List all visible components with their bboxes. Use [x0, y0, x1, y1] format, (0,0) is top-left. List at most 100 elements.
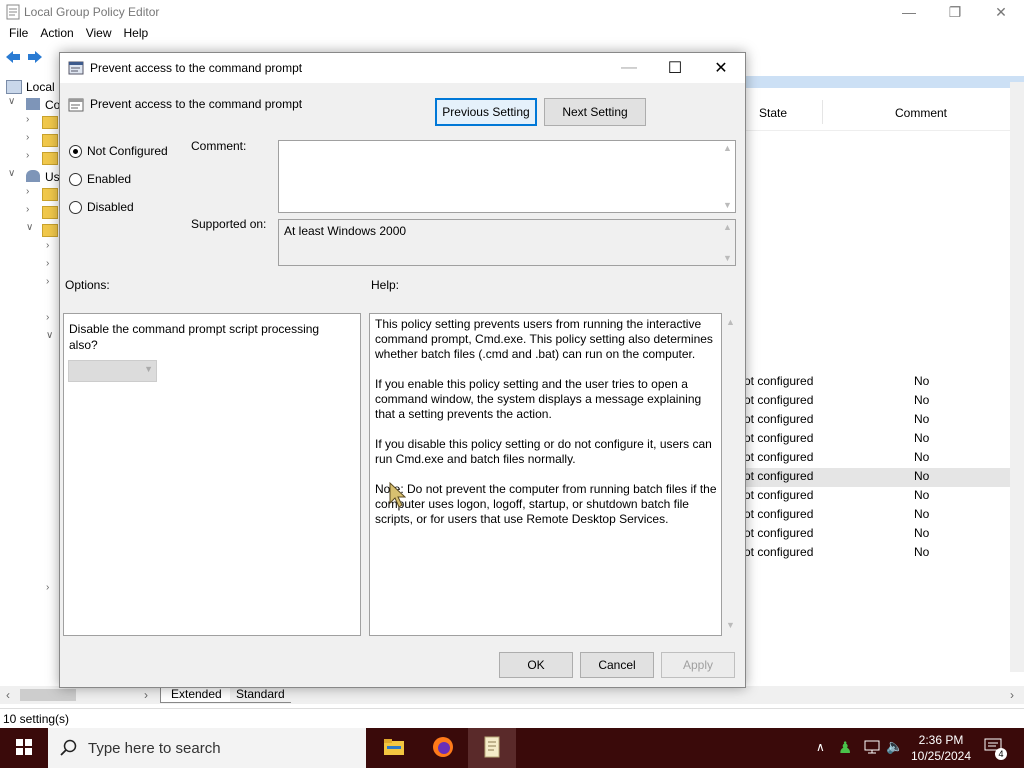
tree-item[interactable]: ∨ [0, 222, 60, 240]
row-state[interactable]: ot configured [744, 507, 813, 521]
file-explorer-button[interactable] [370, 728, 418, 768]
scroll-thumb[interactable] [20, 689, 76, 701]
vertical-scrollbar[interactable] [1010, 82, 1024, 672]
row-state[interactable]: ot configured [744, 374, 813, 388]
menu-file[interactable]: File [3, 24, 34, 42]
menu-action[interactable]: Action [34, 24, 79, 42]
tree-item[interactable]: › [0, 582, 60, 600]
row-state[interactable]: ot configured [744, 412, 813, 426]
radio-disabled[interactable]: Disabled [69, 200, 134, 214]
row-comment[interactable]: No [914, 431, 929, 445]
tab-standard[interactable]: Standard [230, 686, 291, 703]
horizontal-scrollbar[interactable]: ‹ › › [0, 686, 1024, 704]
row-comment[interactable]: No [914, 374, 929, 388]
gpedit-taskbar-button[interactable] [468, 728, 516, 768]
windows-icon [16, 738, 32, 758]
close-button[interactable]: ✕ [978, 0, 1024, 24]
row-comment[interactable]: No [914, 488, 929, 502]
scroll-right-icon[interactable]: › [1010, 688, 1014, 702]
row-state[interactable]: ot configured [744, 431, 813, 445]
start-button[interactable] [0, 728, 48, 768]
taskbar-search[interactable]: Type here to search [48, 728, 366, 768]
comment-scrollbar[interactable]: ▲ ▼ [719, 141, 735, 212]
radio-enabled[interactable]: Enabled [69, 172, 131, 186]
volume-icon[interactable]: 🔈 [886, 738, 903, 755]
chevron-right-icon: › [46, 312, 50, 323]
row-state[interactable]: ot configured [744, 393, 813, 407]
tree-item[interactable]: › [0, 240, 60, 258]
tree-item-user-config[interactable]: ∨ Us [0, 168, 60, 186]
clock[interactable]: 2:36 PM 10/25/2024 [908, 732, 974, 764]
menu-view[interactable]: View [80, 24, 118, 42]
tree-item[interactable]: › [0, 150, 60, 168]
dialog-close-button[interactable]: ✕ [698, 53, 744, 83]
row-comment[interactable]: No [914, 393, 929, 407]
comment-textarea[interactable]: ▲ ▼ [278, 140, 736, 213]
search-placeholder: Type here to search [88, 740, 221, 757]
row-state[interactable]: ot configured [744, 526, 813, 540]
taskbar: Type here to search ∧ ♟ 🔈 2:36 PM 10/25/… [0, 728, 1024, 768]
row-comment[interactable]: No [914, 469, 929, 483]
dialog-minimize-button[interactable]: — [606, 53, 652, 83]
row-comment[interactable]: No [914, 526, 929, 540]
menu-help[interactable]: Help [118, 24, 155, 42]
firefox-button[interactable] [419, 728, 467, 768]
mouse-cursor-icon [388, 481, 407, 512]
options-pane: Disable the command prompt script proces… [63, 313, 361, 636]
row-comment[interactable]: No [914, 412, 929, 426]
apply-button[interactable]: Apply [661, 652, 735, 678]
tree-item[interactable]: › [0, 258, 60, 276]
people-icon[interactable]: ♟ [838, 738, 852, 758]
radio-not-configured[interactable]: Not Configured [69, 144, 168, 158]
network-icon[interactable] [864, 739, 880, 758]
option-dropdown[interactable]: ▼ [68, 360, 157, 382]
tree-item[interactable]: ∨ [0, 330, 60, 348]
row-state[interactable]: ot configured [744, 469, 813, 483]
back-arrow-icon[interactable] [4, 49, 22, 68]
chevron-down-icon: ∨ [8, 168, 16, 179]
row-state[interactable]: ot configured [744, 545, 813, 559]
scroll-left-icon[interactable]: ‹ [6, 688, 10, 702]
row-state[interactable]: ot configured [744, 488, 813, 502]
scroll-right-icon[interactable]: › [144, 688, 148, 702]
option-text: Disable the command prompt script proces… [69, 322, 320, 352]
minimize-button[interactable]: — [886, 0, 932, 24]
column-comment[interactable]: Comment [895, 106, 947, 120]
row-state[interactable]: ot configured [744, 450, 813, 464]
supported-scrollbar[interactable]: ▲ ▼ [719, 220, 735, 265]
folder-icon [42, 116, 58, 129]
cancel-button[interactable]: Cancel [580, 652, 654, 678]
scroll-down-icon: ▼ [723, 253, 732, 263]
tree-item[interactable]: › [0, 276, 60, 294]
dialog-maximize-button[interactable]: ☐ [652, 53, 698, 83]
row-comment[interactable]: No [914, 450, 929, 464]
chevron-up-icon[interactable]: ∧ [816, 740, 825, 754]
chevron-down-icon: ∨ [26, 222, 34, 233]
dialog-titlebar[interactable]: Prevent access to the command prompt — ☐… [60, 53, 745, 83]
column-state[interactable]: State [759, 106, 787, 120]
tree-item[interactable]: › [0, 132, 60, 150]
previous-setting-button[interactable]: Previous Setting [435, 98, 537, 126]
policy-dialog: Prevent access to the command prompt — ☐… [59, 52, 746, 688]
tab-extended[interactable]: Extended [160, 686, 233, 703]
forward-arrow-icon[interactable] [26, 49, 44, 68]
scroll-up-icon: ▲ [726, 317, 735, 327]
row-comment[interactable]: No [914, 545, 929, 559]
options-label: Options: [65, 278, 110, 292]
row-comment[interactable]: No [914, 507, 929, 521]
tree-item[interactable]: › [0, 204, 60, 222]
restore-button[interactable]: ❐ [932, 0, 978, 24]
chevron-right-icon: › [46, 258, 50, 269]
tree-item[interactable]: › [0, 312, 60, 330]
tree-item-computer-config[interactable]: ∨ Co [0, 96, 60, 114]
tree-item[interactable]: › [0, 186, 60, 204]
main-titlebar: Local Group Policy Editor — ❐ ✕ [0, 0, 1024, 24]
ok-button[interactable]: OK [499, 652, 573, 678]
help-text: This policy setting prevents users from … [375, 317, 717, 542]
tree-item[interactable]: › [0, 114, 60, 132]
tree-item-local-policy[interactable]: Local [0, 78, 60, 96]
clock-time: 2:36 PM [918, 733, 964, 747]
help-pane: This policy setting prevents users from … [369, 313, 722, 636]
help-scrollbar[interactable]: ▲ ▼ [723, 313, 737, 634]
next-setting-button[interactable]: Next Setting [544, 98, 646, 126]
